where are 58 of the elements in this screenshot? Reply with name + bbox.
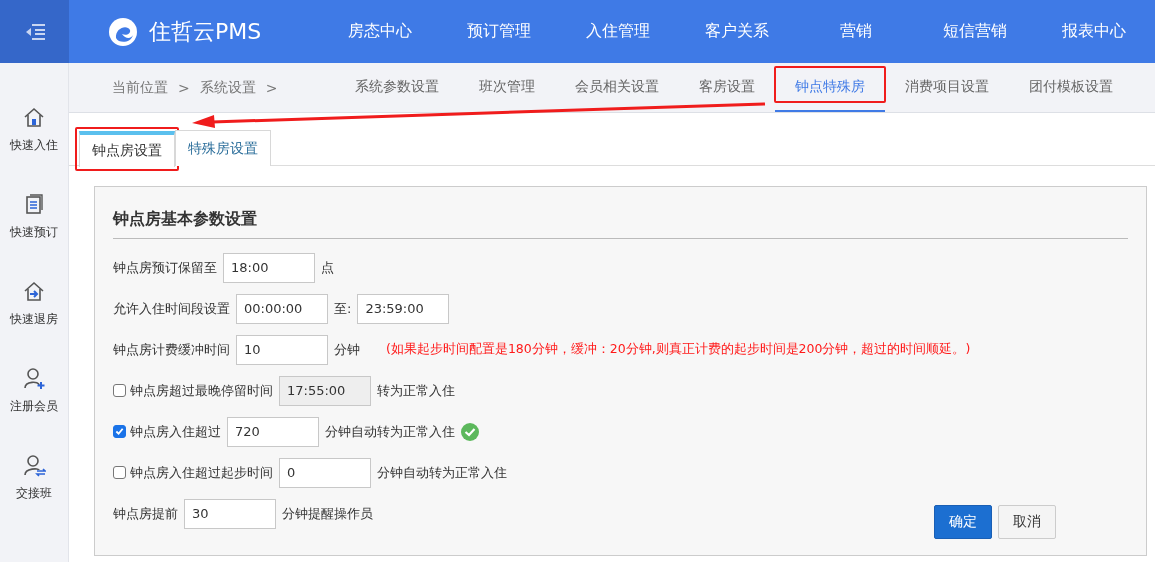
tab[interactable]: 钟点房设置: [79, 131, 175, 167]
subnav-tab[interactable]: 系统参数设置: [335, 63, 460, 112]
checkbox[interactable]: [113, 384, 126, 397]
field-label: 钟点房入住超过: [130, 422, 221, 441]
input-field[interactable]: 18:00: [223, 252, 315, 283]
field-label: 钟点房计费缓冲时间: [113, 340, 230, 359]
confirm-button[interactable]: 确定: [934, 505, 992, 539]
tab[interactable]: 特殊房设置: [175, 130, 271, 166]
field-label: 转为正常入住: [377, 381, 455, 400]
input-field[interactable]: 10: [236, 334, 328, 365]
subnav-tab[interactable]: 钟点特殊房: [775, 63, 886, 112]
field-label: 分钟自动转为正常入住: [377, 463, 507, 482]
sidebar-item[interactable]: 注册会员: [0, 366, 68, 415]
nav-item[interactable]: 报表中心: [1034, 0, 1153, 63]
sidebar-item[interactable]: 快速预订: [0, 192, 68, 241]
subnav-tab[interactable]: 班次管理: [459, 63, 556, 112]
field-label: 点: [321, 258, 334, 277]
hint-text: (如果起步时间配置是180分钟，缓冲：20分钟,则真正计费的起步时间是200分钟，超过的时间顺延。): [386, 341, 971, 358]
sidebar-item[interactable]: 快速退房: [0, 279, 68, 328]
field-label: 钟点房入住超过起步时间: [130, 463, 273, 482]
logo-icon: [107, 15, 139, 48]
field-label: 分钟提醒操作员: [282, 504, 373, 523]
checkbox[interactable]: [113, 466, 126, 479]
nav-item[interactable]: 客户关系: [677, 0, 796, 63]
input-field[interactable]: 720: [227, 416, 319, 447]
input-field[interactable]: 0: [279, 457, 371, 488]
field-label: 分钟: [334, 340, 360, 359]
subnav-tab[interactable]: 客房设置: [679, 63, 776, 112]
nav-item[interactable]: 房态中心: [320, 0, 439, 63]
logo-text: 住哲云PMS: [149, 17, 262, 46]
field-label: 钟点房提前: [113, 504, 178, 523]
field-label: 分钟自动转为正常入住: [325, 422, 455, 441]
subnav-tab[interactable]: 消费项目设置: [885, 63, 1010, 112]
field-label: 允许入住时间段设置: [113, 299, 230, 318]
breadcrumb-text: 系统设置: [199, 78, 256, 97]
input-field[interactable]: 23:59:00: [357, 293, 450, 324]
breadcrumb-text: >: [178, 79, 190, 96]
nav-item[interactable]: 短信营销: [915, 0, 1034, 63]
field-label: 钟点房预订保留至: [113, 258, 217, 277]
subnav-tab[interactable]: 会员相关设置: [555, 63, 680, 112]
nav-item[interactable]: 预订管理: [439, 0, 558, 63]
sidebar-item[interactable]: 交接班: [0, 453, 68, 502]
panel-title: 钟点房基本参数设置: [113, 209, 1128, 239]
input-field[interactable]: 00:00:00: [236, 293, 328, 324]
field-label: 钟点房超过最晚停留时间: [130, 381, 273, 400]
subnav-tab[interactable]: 团付模板设置: [1009, 63, 1134, 112]
nav-item[interactable]: 入住管理: [558, 0, 677, 63]
sidebar-item[interactable]: 快速入住: [0, 105, 68, 154]
cancel-button[interactable]: 取消: [998, 505, 1056, 539]
user-swap-icon: [22, 453, 46, 479]
nav-item[interactable]: 营销: [796, 0, 915, 63]
breadcrumb-text: 当前位置: [112, 78, 168, 97]
user-plus-icon: [22, 366, 46, 392]
checkbox[interactable]: [113, 425, 126, 438]
input-field[interactable]: 30: [184, 498, 276, 529]
check-circle-icon: [461, 422, 479, 441]
field-label: 至:: [334, 299, 352, 318]
breadcrumb-text: >: [265, 79, 278, 96]
